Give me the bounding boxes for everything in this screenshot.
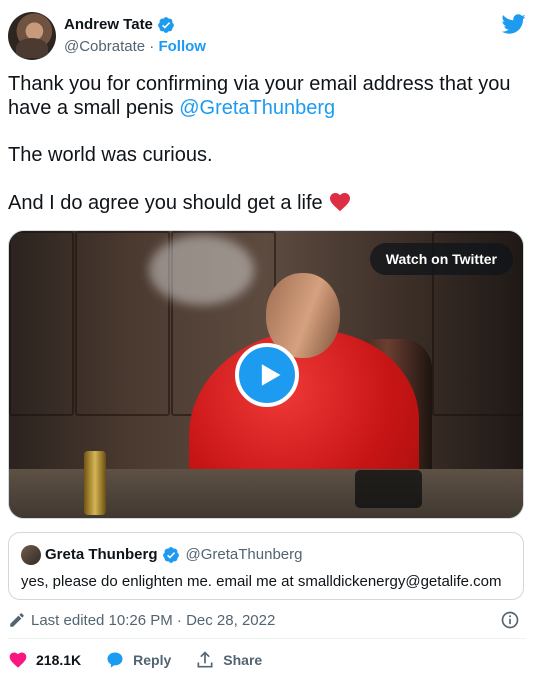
follow-button[interactable]: Follow (158, 38, 206, 55)
author-info: Andrew Tate @Cobratate · Follow (64, 15, 206, 57)
red-heart-icon (330, 193, 351, 212)
quoted-tweet[interactable]: Greta Thunberg @GretaThunberg yes, pleas… (8, 532, 524, 600)
quoted-author-avatar (21, 545, 41, 565)
play-icon (261, 364, 281, 386)
like-count: 218.1K (36, 652, 82, 668)
actions-divider (8, 638, 526, 639)
verified-badge-icon (162, 547, 179, 563)
mention-link[interactable]: @GretaThunberg (179, 97, 335, 119)
video-thumbnail[interactable]: Watch on Twitter (8, 230, 524, 519)
share-label: Share (223, 652, 263, 668)
author-avatar[interactable] (8, 12, 56, 60)
reply-label: Reply (133, 652, 172, 668)
watch-on-twitter-button[interactable]: Watch on Twitter (369, 243, 513, 275)
wall-panel (9, 231, 74, 416)
quoted-author-name: Greta Thunberg (45, 546, 158, 563)
handle-separator: · (149, 38, 155, 55)
tweet-body: Thank you for confirming via your email … (8, 72, 524, 238)
edit-info-row[interactable]: Last edited 10:26 PM · Dec 28, 2022 (8, 608, 524, 632)
glass-box (355, 470, 422, 508)
reply-icon (107, 652, 123, 668)
twitter-logo-icon[interactable] (502, 12, 526, 36)
author-name-row: Andrew Tate (64, 15, 206, 35)
tweet-paragraph-2: The world was curious. (8, 143, 524, 167)
tweet-line-3: And I do agree you should get a life (8, 192, 329, 214)
pencil-icon (10, 613, 24, 627)
gold-stand (84, 451, 106, 515)
smoke-cloud (149, 235, 254, 305)
tweet-paragraph-1: Thank you for confirming via your email … (8, 72, 524, 120)
share-icon (197, 651, 213, 668)
quoted-author-handle: @GretaThunberg (185, 546, 303, 563)
share-button[interactable]: Share (195, 648, 262, 672)
author-name[interactable]: Andrew Tate (64, 15, 153, 35)
like-button[interactable]: 218.1K (8, 648, 81, 672)
heart-icon (9, 652, 27, 668)
quoted-author-row: Greta Thunberg @GretaThunberg (45, 545, 302, 565)
tweet-header: Andrew Tate @Cobratate · Follow (8, 12, 526, 60)
edit-info-text: Last edited 10:26 PM · Dec 28, 2022 (31, 611, 276, 629)
reply-button[interactable]: Reply (105, 648, 171, 672)
verified-badge-icon (158, 17, 174, 33)
author-handle[interactable]: @Cobratate (64, 38, 145, 55)
quoted-tweet-text: yes, please do enlighten me. email me at… (21, 573, 502, 590)
tweet-line-2: The world was curious. (8, 144, 213, 166)
play-button[interactable] (235, 343, 299, 407)
tweet-actions: 218.1K Reply Share (8, 648, 286, 672)
author-handle-row: @Cobratate · Follow (64, 37, 206, 57)
info-icon[interactable] (500, 610, 520, 630)
tweet-paragraph-3: And I do agree you should get a life (8, 190, 524, 215)
